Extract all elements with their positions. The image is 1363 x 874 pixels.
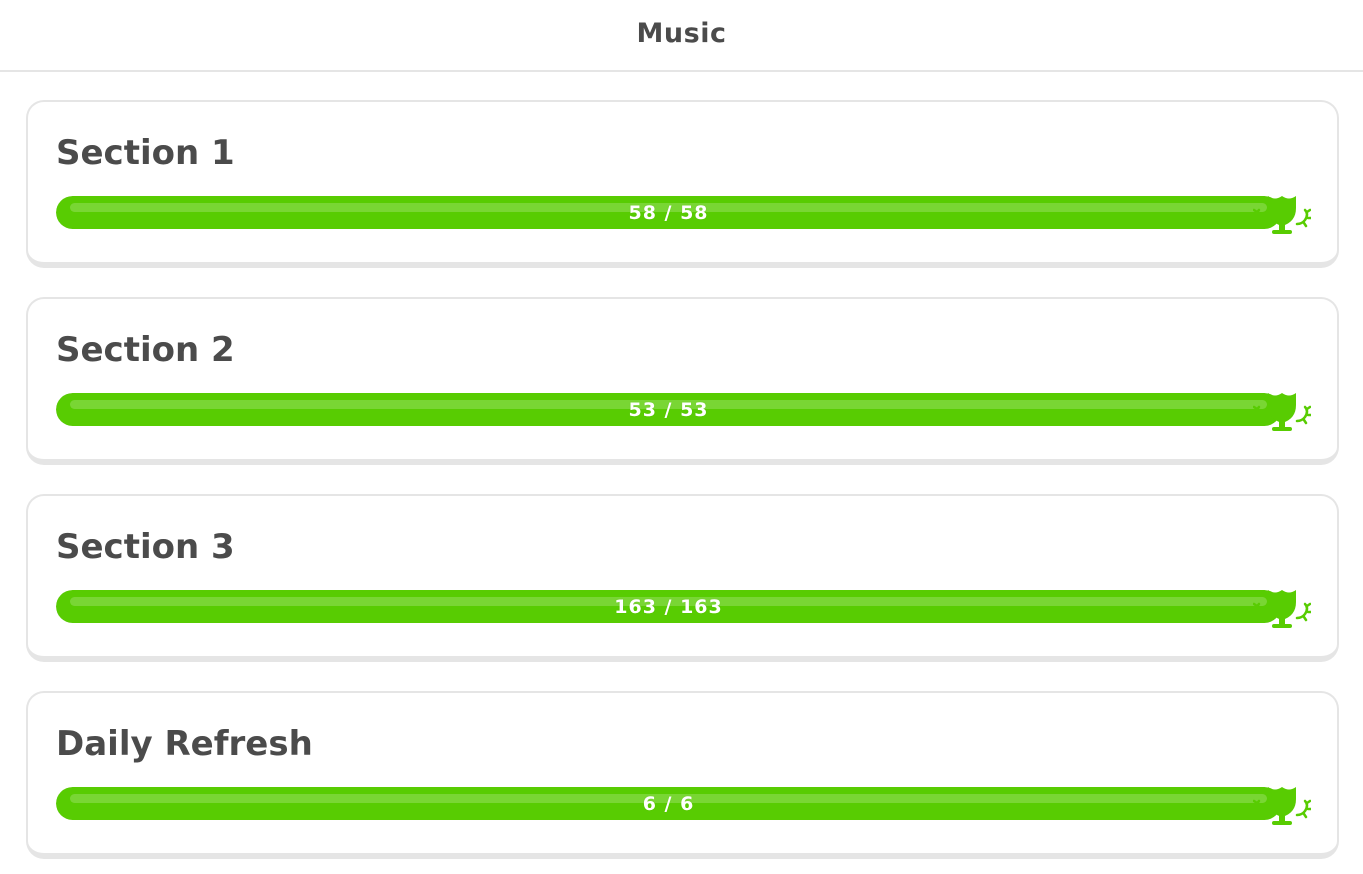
section-card-1[interactable]: Section 1 58 / 58 (26, 100, 1339, 268)
trophy-icon (1253, 190, 1311, 236)
section-title: Daily Refresh (56, 724, 313, 764)
progress-bar: 163 / 163 (56, 590, 1281, 623)
progress-bar: 58 / 58 (56, 196, 1281, 229)
section-card-2[interactable]: Section 2 53 / 53 (26, 297, 1339, 465)
section-title: Section 3 (56, 527, 235, 567)
section-card-daily-refresh[interactable]: Daily Refresh 6 / 6 (26, 691, 1339, 859)
progress-bar: 6 / 6 (56, 787, 1281, 820)
progress-count: 58 / 58 (628, 201, 709, 224)
progress-count: 53 / 53 (628, 398, 709, 421)
section-title: Section 2 (56, 330, 235, 370)
progress-bar: 53 / 53 (56, 393, 1281, 426)
progress-count: 163 / 163 (614, 595, 723, 618)
trophy-icon (1253, 387, 1311, 433)
page-title: Music (636, 17, 727, 49)
progress-count: 6 / 6 (642, 792, 695, 815)
section-title: Section 1 (56, 133, 235, 173)
trophy-icon (1253, 781, 1311, 827)
trophy-icon (1253, 584, 1311, 630)
page-header: Music (0, 0, 1363, 72)
section-card-3[interactable]: Section 3 163 / 163 (26, 494, 1339, 662)
